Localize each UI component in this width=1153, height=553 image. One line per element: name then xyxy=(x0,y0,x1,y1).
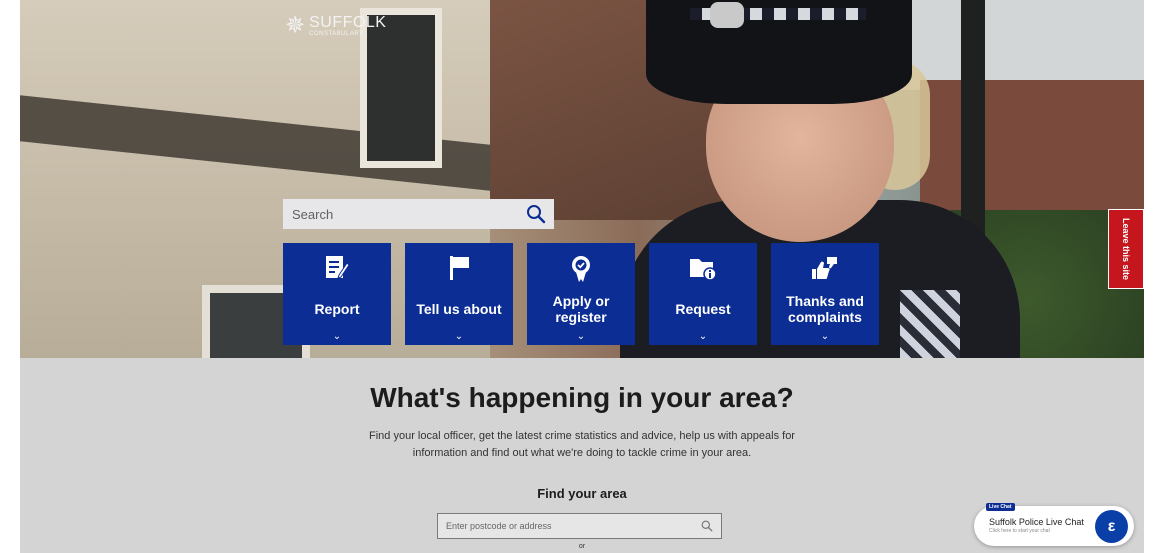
tile-label: Request xyxy=(675,301,731,317)
thumbs-up-down-icon xyxy=(771,255,879,283)
site-logo[interactable]: ✵ SUFFOLK CONSTABULARY xyxy=(285,14,386,38)
tile-label: Thanks and complaints xyxy=(786,293,864,325)
live-chat-widget[interactable]: Live Chat Suffolk Police Live Chat Click… xyxy=(974,503,1134,546)
flag-icon xyxy=(405,255,513,283)
leave-site-button[interactable]: Leave this site xyxy=(1108,209,1144,289)
tile-request[interactable]: Request ⌄ xyxy=(649,243,757,345)
hero-banner: ✵ SUFFOLK CONSTABULARY Search Report ⌄ T… xyxy=(20,0,1144,358)
chat-icon[interactable]: ε xyxy=(1095,510,1128,543)
logo-subname: CONSTABULARY xyxy=(309,31,364,37)
chevron-down-icon: ⌄ xyxy=(454,331,464,342)
logo-name: SUFFOLK xyxy=(309,14,387,31)
tile-label: Report xyxy=(314,301,360,317)
search-input[interactable] xyxy=(292,206,526,222)
area-description: Find your local officer, get the latest … xyxy=(369,430,795,459)
live-chat-subtitle: Click here to start your chat xyxy=(989,528,1050,534)
hero-photo-vest xyxy=(900,290,960,358)
rosette-icon xyxy=(527,255,635,283)
police-crest-icon: ✵ xyxy=(285,12,306,39)
leave-site-label: Leave this site xyxy=(1121,217,1131,281)
area-heading: What's happening in your area? xyxy=(370,382,794,413)
logo-text: SUFFOLK CONSTABULARY xyxy=(309,14,387,38)
postcode-input[interactable] xyxy=(446,521,701,531)
folder-info-icon xyxy=(649,255,757,283)
tile-label: Tell us about xyxy=(416,301,502,317)
tile-report[interactable]: Report ⌄ xyxy=(283,243,391,345)
page: ✵ SUFFOLK CONSTABULARY Search Report ⌄ T… xyxy=(20,0,1144,553)
live-chat-badge: Live Chat xyxy=(986,503,1015,511)
tile-tell-us-about[interactable]: Tell us about ⌄ xyxy=(405,243,513,345)
tile-apply-or-register[interactable]: Apply or register ⌄ xyxy=(527,243,635,345)
postcode-search xyxy=(437,513,722,539)
service-tiles: Report ⌄ Tell us about ⌄ Apply or regist… xyxy=(283,243,879,345)
or-divider: or xyxy=(578,543,586,550)
chevron-down-icon: ⌄ xyxy=(820,331,830,342)
chevron-down-icon: ⌄ xyxy=(576,331,586,342)
hero-photo-hat-badge xyxy=(710,2,744,28)
report-form-icon xyxy=(283,255,391,283)
tile-thanks-and-complaints[interactable]: Thanks and complaints ⌄ xyxy=(771,243,879,345)
chevron-down-icon: ⌄ xyxy=(332,331,342,342)
live-chat-title: Suffolk Police Live Chat xyxy=(989,517,1084,527)
site-search xyxy=(283,199,554,229)
find-area-label: Find your area xyxy=(537,486,627,501)
tile-label: Apply or register xyxy=(552,293,610,325)
search-icon[interactable] xyxy=(526,204,546,224)
chevron-down-icon: ⌄ xyxy=(698,331,708,342)
search-icon[interactable] xyxy=(701,520,713,532)
